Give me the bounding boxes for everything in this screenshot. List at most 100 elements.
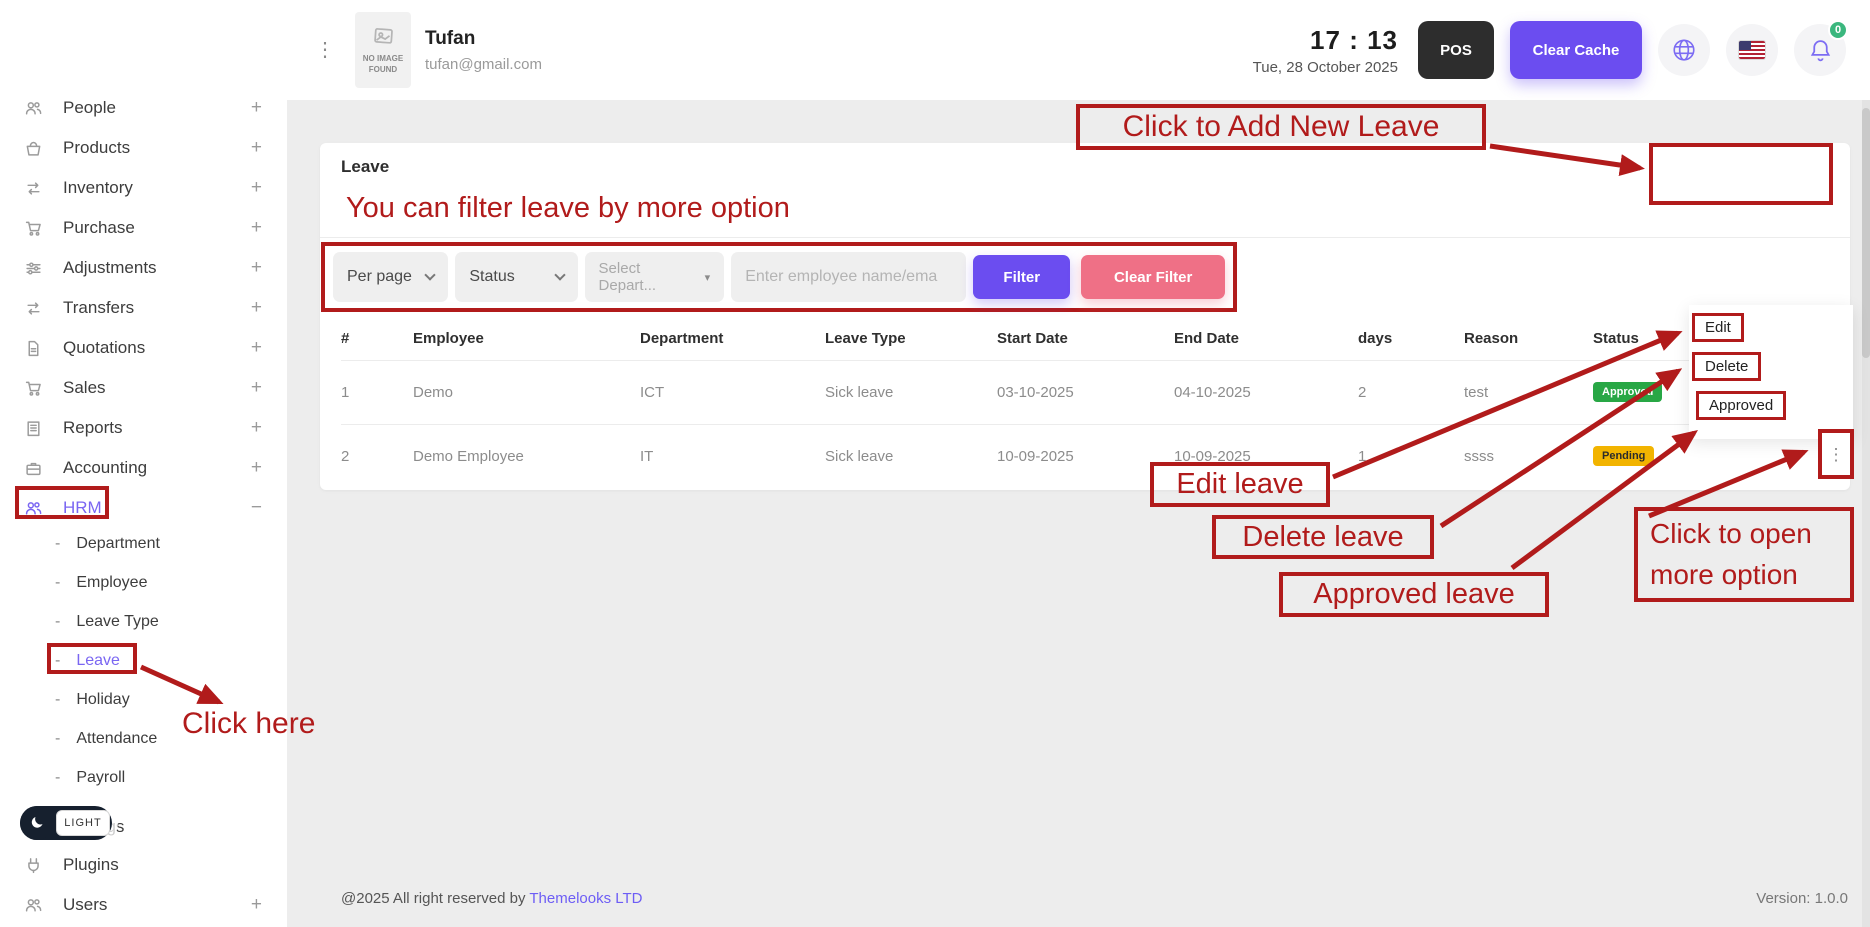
- sidebar-item-label: People: [63, 98, 251, 118]
- bell-icon: [1808, 38, 1833, 63]
- clear-filter-button[interactable]: Clear Filter: [1081, 255, 1225, 299]
- sidebar-item-people[interactable]: People+: [0, 88, 287, 128]
- cart-icon: [25, 380, 49, 397]
- status-select[interactable]: Status: [455, 252, 577, 302]
- cell-leave_type: Sick leave: [825, 360, 997, 424]
- sidebar-subitem-employee[interactable]: -Employee: [0, 563, 287, 602]
- annotation-box-edit: Edit: [1692, 313, 1744, 342]
- annotation-click-here: Click here: [182, 707, 315, 741]
- dash-icon: -: [55, 535, 60, 553]
- expand-icon[interactable]: +: [251, 97, 262, 119]
- clipboard-icon: [25, 420, 49, 437]
- more-options-dots-button[interactable]: ⋮: [1828, 446, 1845, 463]
- filter-bar-annotation-box: Per page Status Select Depart... ▾ Filte…: [321, 242, 1237, 312]
- expand-icon[interactable]: +: [251, 257, 262, 279]
- annotation-box-approved: Approved: [1696, 391, 1786, 420]
- sidebar-subitem-leave[interactable]: -Leave: [0, 641, 287, 680]
- caret-down-icon: ▾: [705, 271, 711, 284]
- expand-icon[interactable]: +: [251, 457, 262, 479]
- expand-icon[interactable]: +: [251, 377, 262, 399]
- sidebar-subitem-label: Department: [76, 535, 160, 553]
- expand-icon[interactable]: −: [251, 497, 262, 519]
- annotation-add-button-box: [1649, 143, 1833, 205]
- copyright-text: @2025 All right reserved by: [341, 890, 529, 907]
- sidebar-item-label: Products: [63, 138, 251, 158]
- expand-plus-icon[interactable]: +: [251, 894, 262, 916]
- locale-flag-button[interactable]: [1726, 24, 1778, 76]
- divider: [320, 237, 1850, 238]
- clock-date: Tue, 28 October 2025: [1253, 59, 1398, 76]
- annotation-hrm-box: [15, 486, 109, 519]
- sidebar-item-inventory[interactable]: Inventory+: [0, 168, 287, 208]
- sidebar-subitem-payroll[interactable]: -Payroll: [0, 758, 287, 797]
- dash-icon: -: [55, 730, 60, 748]
- clear-cache-button[interactable]: Clear Cache: [1510, 21, 1642, 79]
- annotation-edit-leave: Edit leave: [1150, 462, 1330, 507]
- status-badge: Pending: [1593, 446, 1654, 466]
- cell-num: 1: [341, 360, 413, 424]
- cell-start: 10-09-2025: [997, 424, 1174, 488]
- sidebar-item-accounting[interactable]: Accounting+: [0, 448, 287, 488]
- notifications-button[interactable]: 0: [1794, 24, 1846, 76]
- swap-icon: [25, 180, 49, 197]
- action-menu-item-approved[interactable]: Approved: [1699, 394, 1783, 417]
- action-menu-item-delete[interactable]: Delete: [1695, 355, 1758, 378]
- briefcase-icon: [25, 460, 49, 477]
- header-menu-dots-icon[interactable]: ⋮: [315, 40, 335, 60]
- sidebar-item-quotations[interactable]: Quotations+: [0, 328, 287, 368]
- sidebar-item-label: Accounting: [63, 458, 251, 478]
- expand-icon[interactable]: +: [251, 217, 262, 239]
- swap-icon: [25, 300, 49, 317]
- cell-days: 1: [1358, 424, 1464, 488]
- scrollbar[interactable]: [1862, 100, 1870, 927]
- sidebar-item-users[interactable]: Users +: [0, 886, 287, 924]
- table-row: 1DemoICTSick leave03-10-202504-10-20252t…: [341, 360, 1829, 424]
- cart-icon: [25, 220, 49, 237]
- avatar-placeholder[interactable]: NO IMAGE FOUND: [355, 12, 411, 88]
- sidebar-subitem-label: Holiday: [76, 691, 129, 709]
- column-header: Reason: [1464, 318, 1593, 360]
- moon-icon: [20, 806, 54, 840]
- cell-start: 03-10-2025: [997, 360, 1174, 424]
- annotation-delete-leave: Delete leave: [1212, 515, 1434, 559]
- company-link[interactable]: Themelooks LTD: [529, 890, 642, 907]
- expand-icon[interactable]: +: [251, 337, 262, 359]
- sidebar-item-adjustments[interactable]: Adjustments+: [0, 248, 287, 288]
- employee-search-input[interactable]: [731, 252, 966, 302]
- cell-employee: Demo Employee: [413, 424, 640, 488]
- action-menu-item-edit[interactable]: Edit: [1695, 316, 1741, 339]
- annotation-box-delete: Delete: [1692, 352, 1761, 381]
- sidebar-item-label: Sales: [63, 378, 251, 398]
- sidebar-item-products[interactable]: Products+: [0, 128, 287, 168]
- sidebar-item-label: Adjustments: [63, 258, 251, 278]
- sidebar-item-reports[interactable]: Reports+: [0, 408, 287, 448]
- sidebar-item-purchase[interactable]: Purchase+: [0, 208, 287, 248]
- sliders-icon: [25, 260, 49, 277]
- filter-button[interactable]: Filter: [973, 255, 1070, 299]
- sidebar-subitem-leave-type[interactable]: -Leave Type: [0, 602, 287, 641]
- expand-icon[interactable]: +: [251, 297, 262, 319]
- sidebar-item-transfers[interactable]: Transfers+: [0, 288, 287, 328]
- theme-toggle[interactable]: LIGHT: [20, 806, 112, 840]
- sidebar-item-plugins[interactable]: Plugins: [0, 846, 287, 884]
- expand-icon[interactable]: +: [251, 177, 262, 199]
- per-page-select[interactable]: Per page: [333, 252, 448, 302]
- users-icon: [25, 897, 49, 914]
- pos-button[interactable]: POS: [1418, 21, 1494, 79]
- language-globe-button[interactable]: [1658, 24, 1710, 76]
- expand-icon[interactable]: +: [251, 137, 262, 159]
- table-header-row: #EmployeeDepartmentLeave TypeStart DateE…: [341, 318, 1829, 360]
- theme-toggle-label: LIGHT: [56, 810, 110, 836]
- user-email: tufan@gmail.com: [425, 56, 542, 73]
- sidebar-subitem-label: Attendance: [76, 730, 157, 748]
- sidebar-subitem-department[interactable]: -Department: [0, 524, 287, 563]
- cell-employee: Demo: [413, 360, 640, 424]
- sidebar-item-sales[interactable]: Sales+: [0, 368, 287, 408]
- plug-icon: [25, 857, 49, 874]
- expand-icon[interactable]: +: [251, 417, 262, 439]
- sidebar-subitem-label: Employee: [76, 574, 147, 592]
- chevron-down-icon: [554, 269, 565, 280]
- cell-department: ICT: [640, 360, 825, 424]
- scrollbar-thumb[interactable]: [1862, 108, 1870, 358]
- department-select[interactable]: Select Depart... ▾: [585, 252, 725, 302]
